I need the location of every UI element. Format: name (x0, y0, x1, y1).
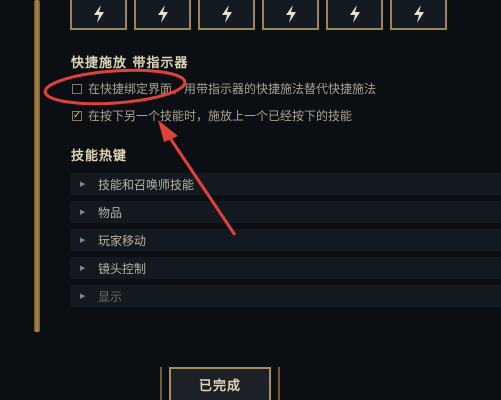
quickcast-option-2[interactable]: ✓ 在按下另一个技能时，施放上一个已经按下的技能 (72, 107, 352, 124)
list-item-items[interactable]: ▶ 物品 (70, 201, 501, 223)
done-button-left-flank (160, 367, 162, 400)
list-item-label: 显示 (98, 289, 123, 304)
expand-triangle-icon: ▶ (80, 208, 86, 216)
hotkey-slot-3[interactable] (198, 0, 255, 30)
list-item-label: 玩家移动 (98, 233, 147, 248)
list-item-label: 技能和召唤师技能 (98, 177, 195, 192)
quickcast-option-1[interactable]: 在快捷绑定界面，用带指示器的快捷施法替代快捷施法 (72, 80, 376, 97)
hotkey-slot-5[interactable] (326, 0, 383, 30)
left-frame-border (34, 0, 40, 332)
list-item-display[interactable]: ▶ 显示 (70, 285, 501, 307)
hotkey-slot-1[interactable] (70, 0, 127, 30)
lightning-icon (157, 5, 168, 23)
lightning-icon (93, 5, 104, 23)
list-item-abilities-summoner[interactable]: ▶ 技能和召唤师技能 (70, 173, 501, 195)
list-item-camera-control[interactable]: ▶ 镜头控制 (70, 257, 501, 279)
lightning-icon (349, 5, 360, 23)
list-item-label: 镜头控制 (98, 261, 147, 276)
hotkey-slot-row (70, 0, 447, 30)
expand-triangle-icon: ▶ (80, 180, 86, 188)
quickcast-option-1-label: 在快捷绑定界面，用带指示器的快捷施法替代快捷施法 (88, 82, 377, 96)
lightning-icon (221, 5, 232, 23)
quickcast-option-2-checkbox[interactable]: ✓ (72, 110, 82, 121)
done-button[interactable]: 已完成 (169, 367, 271, 400)
list-item-label: 物品 (98, 205, 123, 220)
hotkey-slot-6[interactable] (390, 0, 447, 30)
ability-hotkeys-title: 技能热键 (71, 149, 128, 164)
expand-triangle-icon: ▶ (80, 292, 86, 300)
quickcast-option-1-checkbox[interactable] (72, 83, 82, 94)
lightning-icon (413, 5, 424, 23)
hotkey-slot-2[interactable] (134, 0, 191, 30)
list-item-player-movement[interactable]: ▶ 玩家移动 (70, 229, 501, 251)
expand-triangle-icon: ▶ (80, 236, 86, 244)
quickcast-option-2-label: 在按下另一个技能时，施放上一个已经按下的技能 (88, 109, 353, 123)
quickcast-section-title: 快捷施放 带指示器 (71, 56, 189, 71)
done-button-right-flank (278, 367, 280, 400)
lightning-icon (285, 5, 296, 23)
hotkey-slot-4[interactable] (262, 0, 319, 30)
expand-triangle-icon: ▶ (80, 264, 86, 272)
